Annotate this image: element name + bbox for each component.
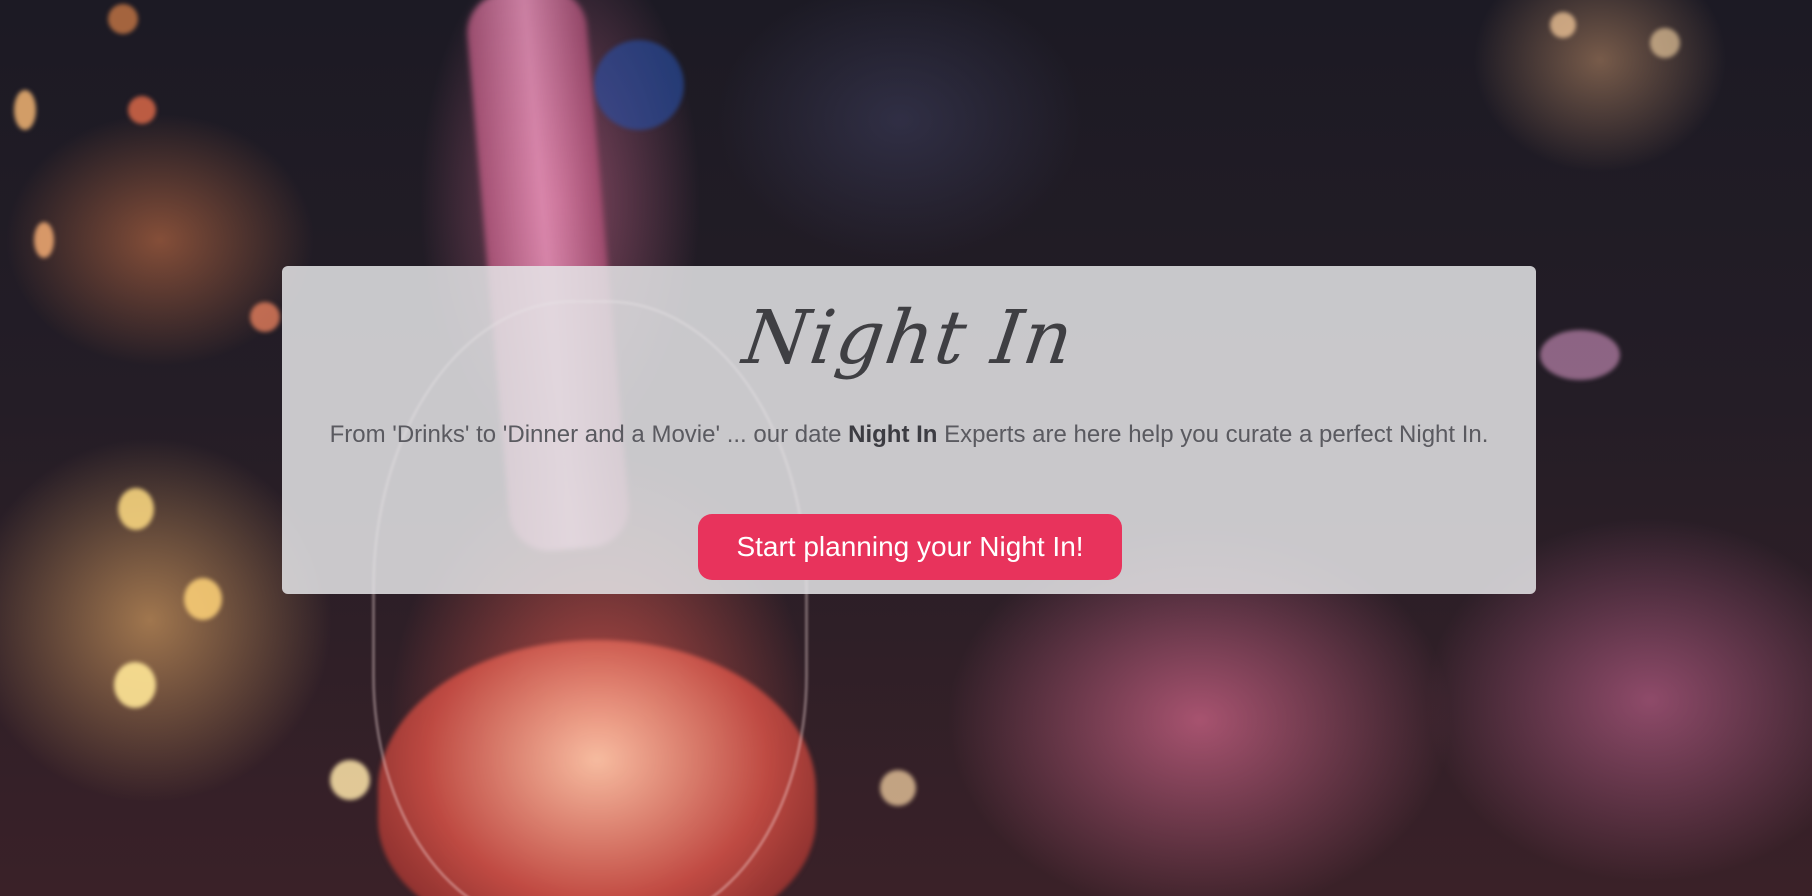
start-planning-button[interactable]: Start planning your Night In! — [698, 514, 1122, 580]
bokeh-light — [1650, 28, 1680, 58]
bokeh-light — [880, 770, 916, 806]
tagline-emphasis: Night In — [848, 421, 938, 448]
tagline: From 'Drinks' to 'Dinner and a Movie' ..… — [282, 420, 1536, 450]
bokeh-light — [594, 40, 684, 130]
bokeh-light — [108, 4, 138, 34]
bokeh-light — [118, 488, 154, 530]
bokeh-light — [1550, 12, 1576, 38]
tagline-text-start: From 'Drinks' to 'Dinner and a Movie' ..… — [329, 421, 849, 448]
hero-card: Night In From 'Drinks' to 'Dinner and a … — [282, 266, 1536, 594]
hero-section: Night In From 'Drinks' to 'Dinner and a … — [0, 0, 1812, 896]
bokeh-light — [250, 302, 280, 332]
bokeh-light — [330, 760, 370, 800]
bokeh-light — [128, 96, 156, 124]
bokeh-light — [114, 662, 156, 708]
bokeh-light — [14, 90, 36, 130]
bokeh-light — [1540, 330, 1620, 380]
tagline-text-end: Experts are here help you curate a perfe… — [937, 421, 1489, 448]
bokeh-light — [184, 578, 222, 620]
page-title: Night In — [738, 295, 1080, 381]
bokeh-light — [34, 222, 54, 258]
